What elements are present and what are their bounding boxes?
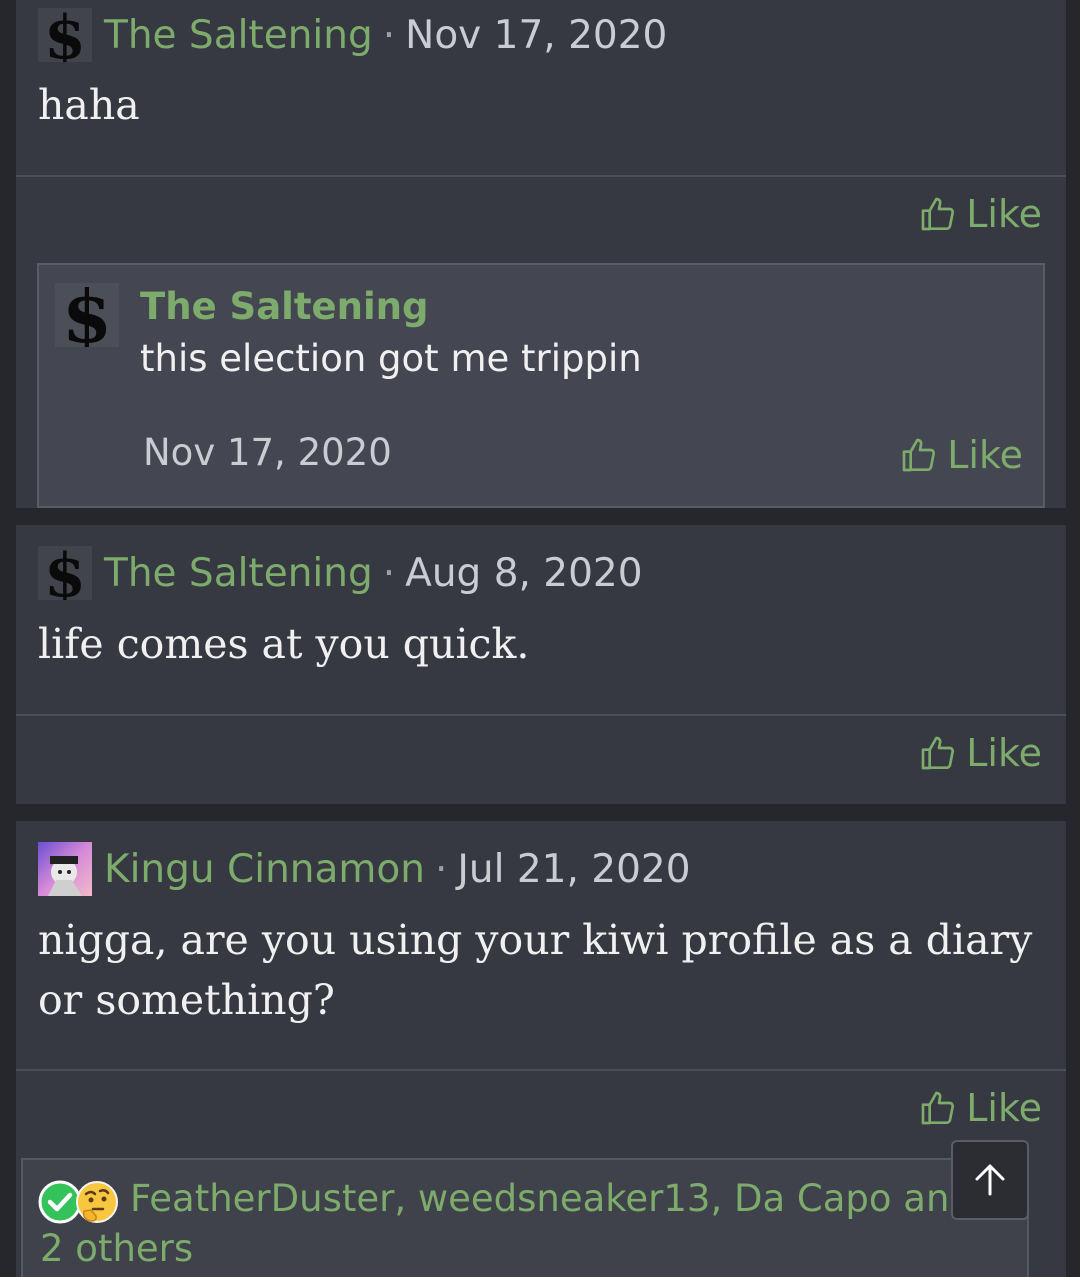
reaction-users-list[interactable]: FeatherDuster, weedsneaker13, Da Capo an… <box>40 1174 980 1274</box>
post-message: life comes at you quick. <box>38 620 530 668</box>
author-link[interactable]: The Saltening <box>104 551 373 596</box>
post-header: $ The Saltening · Aug 8, 2020 <box>38 546 643 600</box>
like-label: Like <box>966 192 1042 236</box>
reply-like-button[interactable]: Like <box>899 433 1023 477</box>
like-label: Like <box>966 731 1042 775</box>
svg-text:$: $ <box>44 546 86 600</box>
like-button[interactable]: Like <box>918 1086 1042 1130</box>
divider <box>16 175 1066 177</box>
dollar-sign-avatar[interactable]: $ <box>38 8 92 62</box>
like-label: Like <box>947 433 1023 477</box>
svg-text:$: $ <box>62 283 112 347</box>
separator-dot: · <box>382 550 396 596</box>
post-header: $ The Saltening · Nov 17, 2020 <box>38 8 667 62</box>
anime-character-avatar[interactable] <box>38 842 92 896</box>
profile-post-2: $ The Saltening · Aug 8, 2020 life comes… <box>16 525 1066 804</box>
thumbs-up-icon <box>921 736 955 770</box>
profile-post-1: $ The Saltening · Nov 17, 2020 haha Like… <box>16 0 1066 508</box>
divider <box>16 714 1066 716</box>
post-date[interactable]: Nov 17, 2020 <box>405 13 667 58</box>
post-message: nigga, are you using your kiwi profile a… <box>38 916 1033 1024</box>
thumbs-up-icon <box>921 1091 955 1125</box>
scroll-to-top-button[interactable] <box>951 1140 1029 1220</box>
thumbs-up-icon <box>921 197 955 231</box>
reply-author-link[interactable]: The Saltening <box>140 285 428 328</box>
post-message: haha <box>38 81 140 129</box>
separator-dot: · <box>382 12 396 58</box>
divider <box>16 1069 1066 1071</box>
reply-message: this election got me trippin <box>140 337 642 380</box>
post-date[interactable]: Aug 8, 2020 <box>405 551 642 596</box>
like-label: Like <box>966 1086 1042 1130</box>
separator-dot: · <box>434 846 448 892</box>
reply-date[interactable]: Nov 17, 2020 <box>143 431 392 474</box>
svg-text:$: $ <box>44 8 86 62</box>
like-button[interactable]: Like <box>918 731 1042 775</box>
author-link[interactable]: The Saltening <box>104 13 373 58</box>
author-link[interactable]: Kingu Cinnamon <box>104 847 425 892</box>
dollar-sign-avatar[interactable]: $ <box>38 546 92 600</box>
arrow-up-icon <box>975 1164 1005 1196</box>
post-date[interactable]: Jul 21, 2020 <box>457 847 690 892</box>
reactions-summary[interactable]: FeatherDuster, weedsneaker13, Da Capo an… <box>21 1158 1029 1277</box>
like-button[interactable]: Like <box>918 192 1042 236</box>
dollar-sign-avatar[interactable]: $ <box>55 283 119 347</box>
comment-reply: $ The Saltening this election got me tri… <box>37 263 1045 508</box>
thumbs-up-icon <box>902 438 936 472</box>
post-header: Kingu Cinnamon · Jul 21, 2020 <box>38 842 691 896</box>
